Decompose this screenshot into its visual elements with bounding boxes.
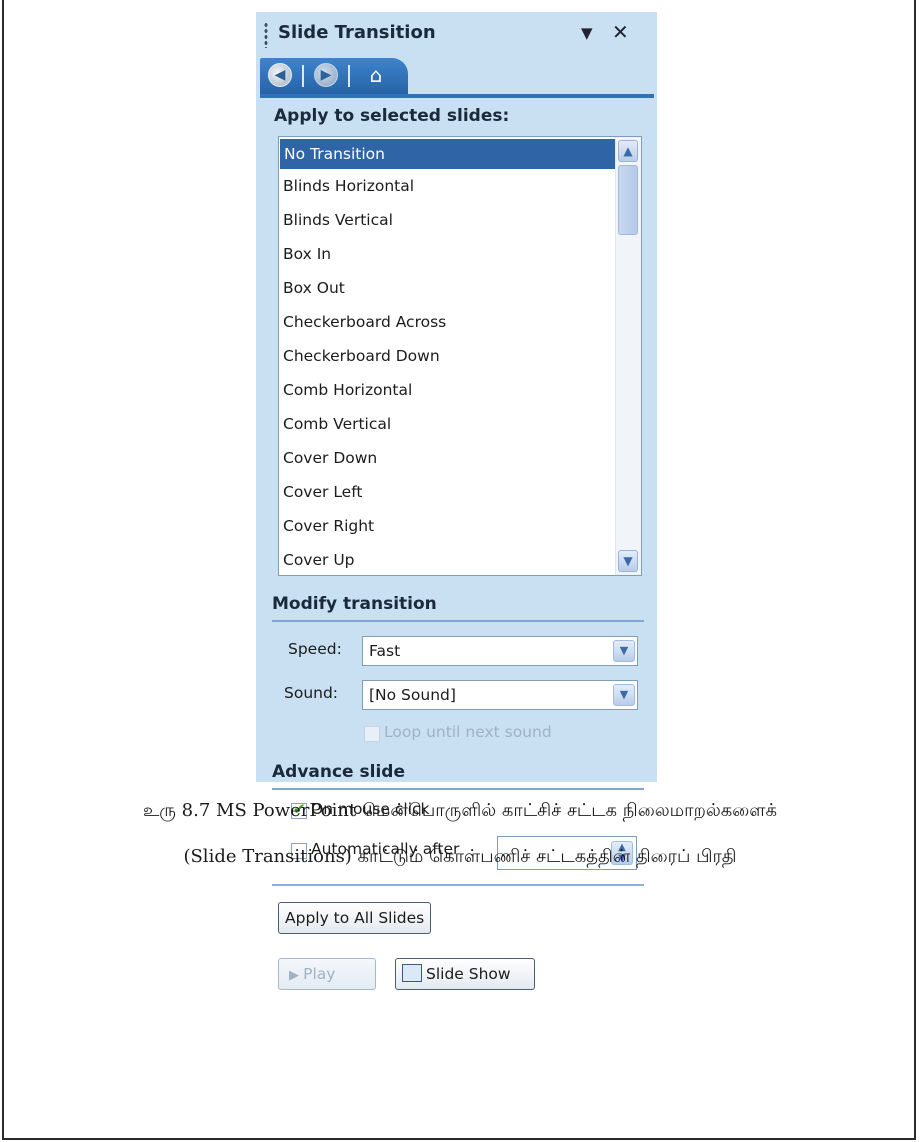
scroll-down-icon[interactable]: ▼ [618,550,638,572]
back-arrow-icon[interactable]: ◀ [268,63,292,87]
sound-select[interactable]: [No Sound] ▼ [362,680,638,710]
task-pane-nav-strip: ◀ ▶ ⌂ [260,56,654,98]
play-button[interactable]: ▶ Play [278,958,376,990]
play-icon: ▶ [289,968,304,983]
apply-section-label: Apply to selected slides: [274,106,510,126]
slide-show-button[interactable]: Slide Show [395,958,535,990]
play-label: Play [303,965,336,983]
list-item[interactable]: Comb Horizontal [279,373,641,407]
advance-section-label: Advance slide [272,762,405,782]
speed-label: Speed: [288,640,342,658]
list-item[interactable]: Checkerboard Across [279,305,641,339]
section-divider [272,788,644,790]
apply-to-all-slides-button[interactable]: Apply to All Slides [278,902,432,934]
home-icon[interactable]: ⌂ [362,62,390,88]
list-item[interactable]: Comb Vertical [279,407,641,441]
sound-label: Sound: [284,684,339,702]
forward-arrow-icon[interactable]: ▶ [314,63,338,87]
scroll-up-icon[interactable]: ▲ [618,140,638,162]
list-item[interactable]: Box Out [279,271,641,305]
list-item[interactable]: Cover Left [279,475,641,509]
list-item[interactable]: Blinds Horizontal [279,169,641,203]
transition-list[interactable]: No Transition Blinds Horizontal Blinds V… [278,136,642,576]
list-scrollbar[interactable]: ▲ ▼ [615,137,641,575]
list-item[interactable]: Cover Up [279,543,641,575]
slide-show-icon [402,964,422,982]
close-icon[interactable]: ✕ [612,22,629,42]
loop-label: Loop until next sound [384,723,552,741]
nav-separator [302,65,304,87]
scroll-thumb[interactable] [618,165,638,235]
pane-title: Slide Transition [278,22,436,43]
pane-menu-dropdown-icon[interactable]: ▼ [581,24,593,42]
list-item[interactable]: Cover Right [279,509,641,543]
pane-title-bar[interactable]: Slide Transition ▼ ✕ [256,12,657,56]
list-item[interactable]: Cover Down [279,441,641,475]
section-divider [272,884,644,886]
list-item[interactable]: Checkerboard Down [279,339,641,373]
modify-section-label: Modify transition [272,594,437,614]
figure-caption-line1: உரு 8.7 MS PowerPoint மென்பொருளில் காட்ச… [142,800,778,821]
sound-value: [No Sound] [369,686,456,704]
loop-checkbox[interactable] [364,726,380,742]
section-divider [272,620,644,622]
list-item[interactable]: Blinds Vertical [279,203,641,237]
list-item[interactable]: No Transition [280,139,615,169]
list-item[interactable]: Box In [279,237,641,271]
nav-separator [348,65,350,87]
speed-value: Fast [369,642,401,660]
slide-show-label: Slide Show [426,965,511,983]
nav-tab: ◀ ▶ ⌂ [260,58,408,94]
figure-caption-line2: (Slide Transitions) காட்டும் கொள்பணிச் ச… [183,846,737,867]
chevron-down-icon[interactable]: ▼ [613,640,635,662]
chevron-down-icon[interactable]: ▼ [613,684,635,706]
drag-grip-icon[interactable] [264,22,268,48]
speed-select[interactable]: Fast ▼ [362,636,638,666]
